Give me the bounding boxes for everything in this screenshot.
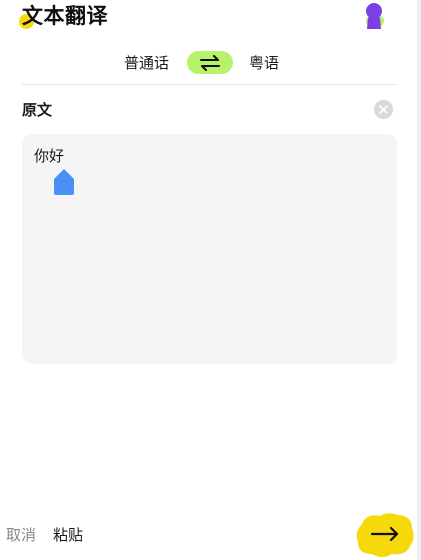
close-icon [379,105,388,114]
user-avatar-icon[interactable] [363,1,385,29]
target-language-button[interactable]: 粤语 [249,53,279,73]
translate-button[interactable] [352,510,418,560]
divider [22,84,397,85]
source-language-button[interactable]: 普通话 [124,53,169,73]
source-text-input[interactable]: 你好 [22,134,397,364]
language-bar: 普通话 粤语 [0,50,421,76]
cancel-button[interactable]: 取消 [6,525,36,545]
source-text-value[interactable]: 你好 [34,146,64,166]
title-wrap: 文本翻译 [19,2,108,32]
page-title: 文本翻译 [22,4,108,28]
header: 文本翻译 [0,0,421,34]
swap-arrows-icon [200,54,220,71]
source-label: 原文 [22,101,53,119]
bottom-bar: 取消 粘贴 [0,510,421,560]
paste-button[interactable]: 粘贴 [53,525,83,545]
swap-language-button[interactable] [187,51,233,74]
clear-button[interactable] [374,100,393,119]
text-cursor-handle-icon[interactable] [53,168,75,196]
scroll-edge [417,0,421,560]
